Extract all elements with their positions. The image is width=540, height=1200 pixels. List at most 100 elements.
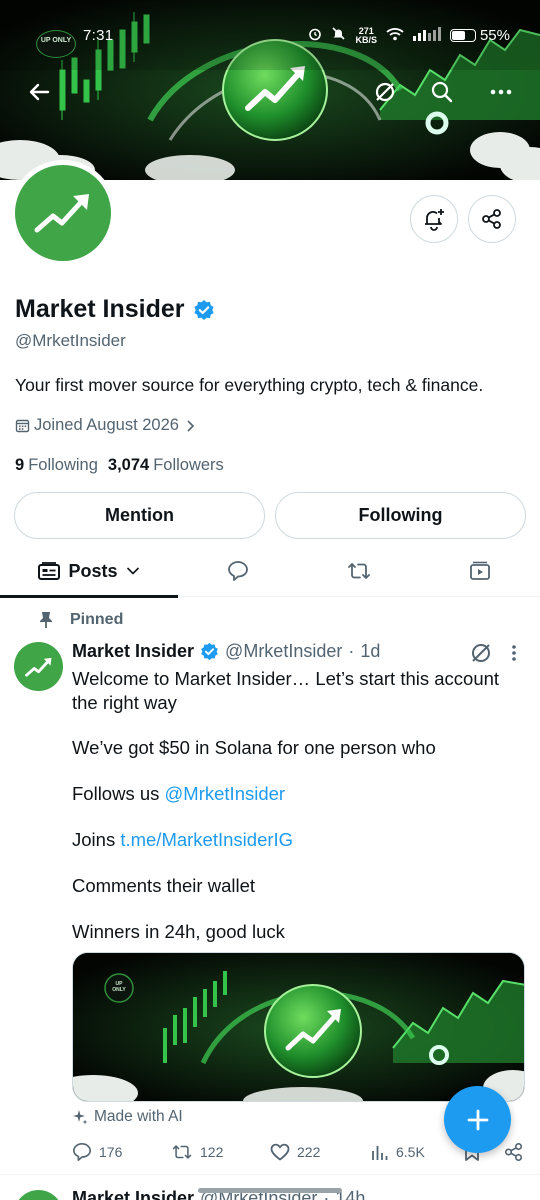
chart-up-logo-icon (24, 657, 51, 677)
tab-posts[interactable]: Posts (0, 545, 178, 598)
following-button[interactable]: Following (275, 492, 526, 539)
sparkle-icon (73, 1110, 88, 1125)
alarm-icon (308, 27, 322, 45)
grok-button[interactable] (367, 74, 403, 110)
grok-icon (472, 644, 490, 662)
post-author-name[interactable]: Market Insider (72, 641, 194, 662)
heart-icon (270, 1143, 290, 1161)
post-timestamp[interactable]: 1d (360, 641, 380, 662)
joined-date[interactable]: Joined August 2026 (15, 416, 197, 435)
post-media-image[interactable]: UP ONLY (72, 952, 525, 1102)
post-grok-button[interactable] (470, 642, 492, 669)
mention-link[interactable]: @MrketInsider (165, 783, 286, 804)
next-post-author[interactable]: Market Insider (72, 1188, 194, 1200)
mention-button[interactable]: Mention (14, 492, 265, 539)
post-image-artwork (73, 953, 524, 1101)
top-navigation (0, 72, 540, 112)
pin-icon (40, 612, 52, 628)
repost-icon (348, 563, 370, 579)
repost-button[interactable]: 122 (171, 1140, 223, 1164)
search-icon (431, 81, 453, 103)
share-icon (482, 209, 501, 229)
reply-button[interactable]: 176 (72, 1140, 122, 1164)
next-post-avatar[interactable] (14, 1190, 63, 1200)
arrow-left-icon (29, 83, 50, 101)
post-text-line: Comments their wallet (72, 875, 256, 896)
notify-button[interactable] (410, 195, 458, 243)
status-icons: 271 KB/S 55% (308, 26, 510, 45)
home-indicator-bar[interactable] (198, 1188, 342, 1193)
repost-count: 122 (200, 1144, 224, 1160)
wifi-icon (386, 27, 404, 45)
profile-avatar[interactable] (10, 160, 116, 266)
reply-bubble-icon (228, 561, 248, 581)
more-vertical-icon (512, 645, 516, 661)
following-stat[interactable]: 9 Following (15, 456, 98, 475)
plus-icon (467, 1109, 488, 1130)
chart-up-logo-icon (34, 194, 89, 233)
followers-count: 3,074 (107, 456, 150, 474)
profile-display-name: Market Insider (15, 295, 185, 323)
post-text-line: Winners in 24h, good luck (72, 921, 285, 942)
tab-replies[interactable] (208, 545, 268, 597)
reply-count: 176 (99, 1144, 123, 1160)
status-time: 7:31 (83, 27, 114, 44)
made-with-ai-label[interactable]: Made with AI (72, 1108, 183, 1126)
verified-badge-icon (201, 642, 218, 661)
post-text-segment: Follows us (72, 783, 165, 804)
profile-name-row: Market Insider (15, 295, 215, 324)
post-text-line: Joins t.me/MarketInsiderIG (72, 828, 527, 852)
bell-plus-icon (425, 209, 444, 231)
views-count: 6.5K (396, 1144, 425, 1160)
share-icon (505, 1143, 523, 1161)
back-button[interactable] (21, 74, 57, 110)
battery-fill (451, 31, 466, 40)
post-divider (0, 1174, 540, 1175)
up-only-badge: UP ONLY (36, 30, 76, 58)
tab-media[interactable] (450, 545, 510, 597)
tab-posts-label: Posts (68, 560, 118, 581)
net-speed-unit: KB/S (355, 34, 377, 45)
post-text-line: We’ve got $50 in Solana for one person w… (72, 737, 436, 758)
repost-icon (172, 1145, 192, 1159)
telegram-link[interactable]: t.me/MarketInsiderIG (120, 829, 293, 850)
post-more-button[interactable] (511, 644, 517, 667)
grok-icon (375, 82, 395, 102)
signal-icon (412, 26, 441, 45)
made-with-ai-text: Made with AI (94, 1108, 183, 1125)
more-button[interactable] (483, 74, 519, 110)
verified-badge-icon[interactable] (193, 299, 215, 321)
followers-stat[interactable]: 3,074 Followers (108, 456, 224, 475)
status-bar: UP ONLY 7:31 271 KB/S 55% (0, 0, 540, 72)
following-count: 9 (15, 456, 25, 474)
share-post-button[interactable] (504, 1140, 524, 1164)
profile-banner[interactable]: UP ONLY 7:31 271 KB/S 55% (0, 0, 540, 180)
post-dot-separator: · (348, 641, 355, 661)
battery-indicator: 55% (449, 27, 510, 44)
compose-post-button[interactable] (444, 1086, 511, 1153)
post-author-handle[interactable]: @MrketInsider (225, 641, 342, 662)
pinned-indicator: Pinned (38, 611, 123, 629)
battery-percent: 55% (479, 27, 510, 44)
video-media-icon (470, 561, 490, 580)
pinned-label: Pinned (70, 611, 124, 628)
search-button[interactable] (424, 74, 460, 110)
tab-reposts[interactable] (329, 545, 389, 597)
views-button[interactable]: 6.5K (371, 1140, 425, 1164)
views-chart-icon (372, 1146, 388, 1160)
network-speed: 271 KB/S (355, 26, 377, 45)
like-button[interactable]: 222 (270, 1140, 320, 1164)
active-tab-indicator (0, 595, 178, 598)
chevron-down-icon (126, 567, 139, 575)
profile-tabs: Posts (0, 545, 540, 598)
share-profile-button[interactable] (468, 195, 516, 243)
profile-handle: @MrketInsider (15, 331, 126, 350)
media-up-only-badge: UP ONLY (112, 981, 126, 993)
joined-text: Joined August 2026 (34, 416, 179, 434)
reply-icon (73, 1143, 91, 1161)
post-author-avatar[interactable] (14, 642, 63, 691)
post-header: Market Insider @MrketInsider · 1d (72, 641, 380, 662)
post-text-segment: Joins (72, 829, 121, 850)
follow-stats: 9 Following 3,074 Followers (15, 456, 224, 475)
profile-bio: Your first mover source for everything c… (15, 375, 484, 395)
